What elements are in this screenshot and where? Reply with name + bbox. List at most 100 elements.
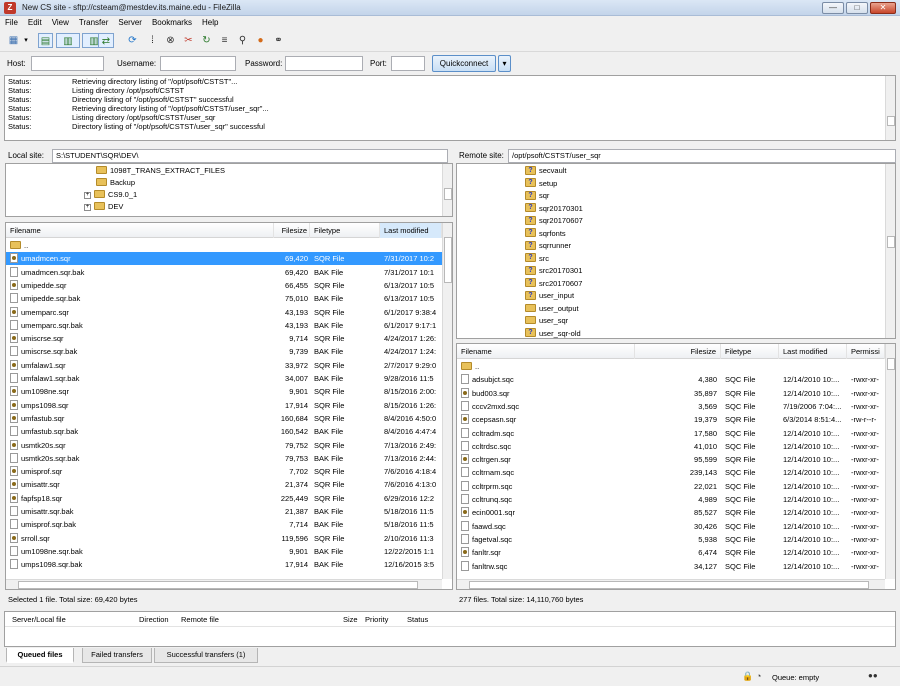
site-manager-dropdown-icon[interactable]: ▾ <box>22 33 30 48</box>
password-input[interactable] <box>285 56 363 71</box>
tree-item[interactable]: ? secvault <box>525 165 567 177</box>
table-row[interactable]: usmtk20s.sqr.bak 79,753 BAK File 7/13/2016 … <box>6 452 442 465</box>
tree-item[interactable]: ? src20170607 <box>525 278 582 290</box>
local-list-scrollbar[interactable] <box>442 223 452 579</box>
column-filesize[interactable]: Filesize <box>635 344 721 359</box>
column-permissions[interactable]: Permissi <box>847 344 885 359</box>
tree-item[interactable]: ? sqr <box>525 190 549 202</box>
tree-item[interactable]: + CS9.0_1 <box>84 189 137 201</box>
queue-column-remote-file[interactable]: Remote file <box>181 615 219 624</box>
table-row[interactable]: umisattr.sqr 21,374 SQR File 7/6/2016 4:13:… <box>6 478 442 491</box>
search-files-icon[interactable]: ⚭ <box>271 33 286 48</box>
tree-item[interactable]: ? sqrfonts <box>525 228 566 240</box>
tree-item[interactable]: 1098T_TRANS_EXTRACT_FILES <box>96 165 225 177</box>
table-row[interactable]: umisprof.sqr 7,702 SQR File 7/6/2016 4:18:4 <box>6 465 442 478</box>
table-row[interactable]: umipedde.sqr.bak 75,010 BAK File 6/13/2017 … <box>6 292 442 305</box>
remote-tree-scrollbar[interactable] <box>885 164 895 338</box>
toggle-log-icon[interactable]: ▤ <box>38 33 53 48</box>
menu-edit[interactable]: Edit <box>23 17 47 29</box>
table-row[interactable]: umemparc.sqr.bak 43,193 BAK File 6/1/2017 9… <box>6 319 442 332</box>
table-row[interactable]: fapfsp18.sqr 225,449 SQR File 6/29/2016 12:… <box>6 492 442 505</box>
table-row[interactable]: umemparc.sqr 43,193 SQR File 6/1/2017 9:38:… <box>6 306 442 319</box>
tree-item[interactable]: ? user_sqr-old <box>525 328 581 339</box>
table-row[interactable]: ccltrprm.sqc 22,021 SQC File 12/14/2010 10:… <box>457 480 885 493</box>
table-row[interactable]: .. <box>457 360 885 373</box>
process-queue-icon[interactable]: ⁞ <box>145 33 160 48</box>
table-row[interactable]: fanltrw.sqc 34,127 SQC File 12/14/2010 10:.… <box>457 560 885 573</box>
expand-icon[interactable]: + <box>84 203 91 211</box>
table-row[interactable]: umfastub.sqr 160,684 SQR File 8/4/2016 4:50… <box>6 412 442 425</box>
menu-file[interactable]: File <box>0 17 23 29</box>
column-filetype[interactable]: Filetype <box>310 223 380 238</box>
table-row[interactable]: umadmcen.sqr.bak 69,420 BAK File 7/31/2017 … <box>6 266 442 279</box>
tree-item[interactable]: ? src20170301 <box>525 265 582 277</box>
table-row[interactable]: ccltrgen.sqr 95,599 SQR File 12/14/2010 10:… <box>457 453 885 466</box>
table-row[interactable]: fanltr.sqr 6,474 SQR File 12/14/2010 10:...… <box>457 546 885 559</box>
disconnect-icon[interactable]: ✂ <box>181 33 196 48</box>
table-row[interactable]: umps1098.sqr.bak 17,914 BAK File 12/16/2015… <box>6 558 442 571</box>
local-site-path-input[interactable]: S:\STUDENT\SQR\DEV\ <box>52 149 448 163</box>
remote-site-path-input[interactable]: /opt/psoft/CSTST/user_sqr <box>508 149 896 163</box>
remote-list-scrollbar[interactable] <box>885 344 895 579</box>
menu-view[interactable]: View <box>47 17 74 29</box>
tree-item[interactable]: ? sqrrunner <box>525 240 571 252</box>
column-filesize[interactable]: Filesize <box>274 223 310 238</box>
table-row[interactable]: umisattr.sqr.bak 21,387 BAK File 5/18/2016 … <box>6 505 442 518</box>
site-manager-icon[interactable]: ▦ <box>6 33 21 48</box>
table-row[interactable]: adsubjct.sqc 4,380 SQC File 12/14/2010 10:.… <box>457 373 885 386</box>
tab-failed-transfers[interactable]: Failed transfers <box>82 648 152 663</box>
remote-list-hscrollbar[interactable] <box>457 579 885 589</box>
log-scrollbar[interactable] <box>885 76 895 140</box>
table-row[interactable]: um1098ne.sqr 9,901 SQR File 8/15/2016 2:00: <box>6 385 442 398</box>
expand-icon[interactable]: + <box>84 191 91 199</box>
queue-column-priority[interactable]: Priority <box>365 615 388 624</box>
table-row[interactable]: umiscrse.sqr.bak 9,739 BAK File 4/24/2017 1… <box>6 345 442 358</box>
tree-item[interactable]: + DEV <box>84 201 123 213</box>
tree-item[interactable]: Backup <box>96 177 135 189</box>
tree-item[interactable]: ? sqr20170301 <box>525 203 583 215</box>
table-row[interactable]: ecin0001.sqr 85,527 SQR File 12/14/2010 10:… <box>457 506 885 519</box>
menu-server[interactable]: Server <box>113 17 147 29</box>
table-row[interactable]: umadmcen.sqr 69,420 SQR File 7/31/2017 10:2 <box>6 252 442 266</box>
table-row[interactable]: fagetval.sqc 5,938 SQC File 12/14/2010 10:.… <box>457 533 885 546</box>
tree-item[interactable]: user_output <box>525 303 579 315</box>
table-row[interactable]: ccltradm.sqc 17,580 SQC File 12/14/2010 10:… <box>457 427 885 440</box>
maximize-button[interactable]: □ <box>846 2 868 14</box>
toggle-queue-icon[interactable]: ⇄ <box>98 33 114 48</box>
local-tree-scrollbar[interactable] <box>442 164 452 216</box>
table-row[interactable]: srroll.sqr 119,596 SQR File 2/10/2016 11:3 <box>6 532 442 545</box>
table-row[interactable]: bud003.sqr 35,897 SQR File 12/14/2010 10:..… <box>457 387 885 400</box>
tab-successful-transfers[interactable]: Successful transfers (1) <box>154 648 258 663</box>
toggle-local-tree-icon[interactable]: ▥ <box>56 33 80 48</box>
filter-icon[interactable]: ≡ <box>217 33 232 48</box>
menu-transfer[interactable]: Transfer <box>74 17 114 29</box>
port-input[interactable] <box>391 56 425 71</box>
table-row[interactable]: um1098ne.sqr.bak 9,901 BAK File 12/22/2015 … <box>6 545 442 558</box>
table-row[interactable]: ccltrnam.sqc 239,143 SQC File 12/14/2010 10… <box>457 466 885 479</box>
queue-column-size[interactable]: Size <box>343 615 358 624</box>
column-filename[interactable]: Filename <box>457 344 635 359</box>
table-row[interactable]: ccltrdsc.sqc 41,010 SQC File 12/14/2010 10:… <box>457 440 885 453</box>
queue-column-server-local-file[interactable]: Server/Local file <box>12 615 66 624</box>
tree-item[interactable]: ? sqr20170607 <box>525 215 583 227</box>
tree-item[interactable]: ? user_input <box>525 290 574 302</box>
table-row[interactable]: ccepsasn.sqr 19,379 SQR File 6/3/2014 8:51:… <box>457 413 885 426</box>
queue-column-status[interactable]: Status <box>407 615 428 624</box>
queue-column-direction[interactable]: Direction <box>139 615 169 624</box>
tree-item[interactable]: user_sqr <box>525 315 568 327</box>
table-row[interactable]: cccv2mxd.sqc 3,569 SQC File 7/19/2006 7:04:… <box>457 400 885 413</box>
column-filetype[interactable]: Filetype <box>721 344 779 359</box>
cancel-operation-icon[interactable]: ⊗ <box>163 33 178 48</box>
table-row[interactable]: .. <box>6 239 442 252</box>
tree-item[interactable]: ? setup <box>525 178 557 190</box>
table-row[interactable]: ccltrunq.sqc 4,989 SQC File 12/14/2010 10:.… <box>457 493 885 506</box>
tab-queued-files[interactable]: Queued files <box>6 648 74 663</box>
table-row[interactable]: umfalaw1.sqr.bak 34,007 BAK File 9/28/2016 … <box>6 372 442 385</box>
column-last-modified[interactable]: Last modified <box>779 344 847 359</box>
host-input[interactable] <box>31 56 104 71</box>
column-last-modified[interactable]: Last modified <box>380 223 442 238</box>
table-row[interactable]: umps1098.sqr 17,914 SQR File 8/15/2016 1:26… <box>6 399 442 412</box>
quickconnect-button[interactable]: Quickconnect <box>432 55 496 72</box>
table-row[interactable]: umipedde.sqr 66,455 SQR File 6/13/2017 10:5 <box>6 279 442 292</box>
synchronized-browsing-icon[interactable]: ● <box>253 33 268 48</box>
